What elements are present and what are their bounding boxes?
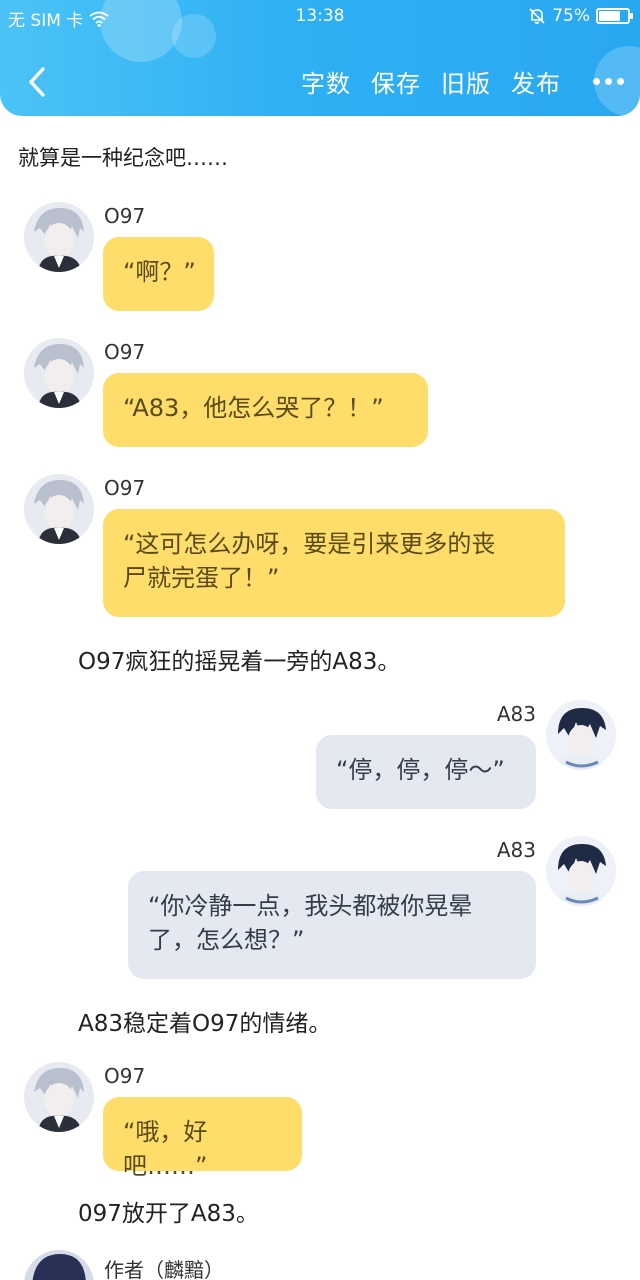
chat-bubble: “你冷静一点，我头都被你晃晕 了，怎么想？” (128, 871, 536, 979)
publish-button[interactable]: 发布 (511, 64, 561, 99)
avatar-a83[interactable] (546, 700, 616, 770)
chevron-left-icon (29, 67, 45, 97)
more-dots-icon (593, 78, 600, 85)
bubble-line: 了，怎么想？” (148, 926, 305, 954)
old-version-button[interactable]: 旧版 (441, 64, 491, 99)
chat-bubble: “哦，好吧……” (103, 1097, 302, 1180)
character-o97-icon (24, 1062, 94, 1132)
sender-name: 作者（麟黯） (104, 1258, 224, 1280)
character-o97-icon (24, 474, 94, 544)
status-bar: 无 SIM 卡 13:38 75% (0, 0, 640, 34)
character-a83-icon (546, 836, 616, 906)
intro-text: 就算是一种纪念吧…… (18, 146, 228, 170)
top-header: 无 SIM 卡 13:38 75% 字数 保存 旧版 发布 (0, 0, 640, 116)
sender-name: O97 (104, 476, 146, 500)
bubble-line: “你冷静一点，我头都被你晃晕 (148, 892, 473, 920)
bell-mute-icon (529, 8, 545, 24)
sender-name: A83 (496, 702, 536, 726)
header-actions: 字数 保存 旧版 发布 (301, 64, 630, 99)
avatar-o97[interactable] (24, 1062, 94, 1132)
sender-name: O97 (104, 1064, 146, 1088)
save-button[interactable]: 保存 (371, 64, 421, 99)
bubble-line: 尸就完蛋了！” (123, 564, 280, 592)
chat-bubble: “啊？” (103, 237, 214, 311)
battery-icon (596, 8, 633, 24)
chat-bubble: “停，停，停～” (316, 735, 536, 809)
chat-bubble: “这可怎么办呀，要是引来更多的丧 尸就完蛋了！” (103, 509, 565, 617)
word-count-button[interactable]: 字数 (301, 64, 351, 99)
avatar-a83[interactable] (546, 836, 616, 906)
chat-bubble: “A83，他怎么哭了？！” (103, 373, 428, 447)
back-button[interactable] (22, 62, 52, 102)
avatar-o97[interactable] (24, 338, 94, 408)
narration-text: O97疯狂的摇晃着一旁的A83。 (78, 649, 401, 675)
character-author-icon (24, 1250, 94, 1280)
narration-text: 097放开了A83。 (78, 1201, 259, 1227)
sender-name: A83 (496, 838, 536, 862)
avatar-author[interactable] (24, 1250, 94, 1280)
character-o97-icon (24, 202, 94, 272)
battery-percent: 75% (552, 6, 590, 26)
avatar-o97[interactable] (24, 202, 94, 272)
sender-name: O97 (104, 340, 146, 364)
sender-name: O97 (104, 204, 146, 228)
character-o97-icon (24, 338, 94, 408)
avatar-o97[interactable] (24, 474, 94, 544)
character-a83-icon (546, 700, 616, 770)
bubble-line: “这可怎么办呀，要是引来更多的丧 (123, 530, 496, 558)
narration-text: A83稳定着O97的情绪。 (78, 1011, 332, 1037)
more-button[interactable] (587, 78, 630, 85)
